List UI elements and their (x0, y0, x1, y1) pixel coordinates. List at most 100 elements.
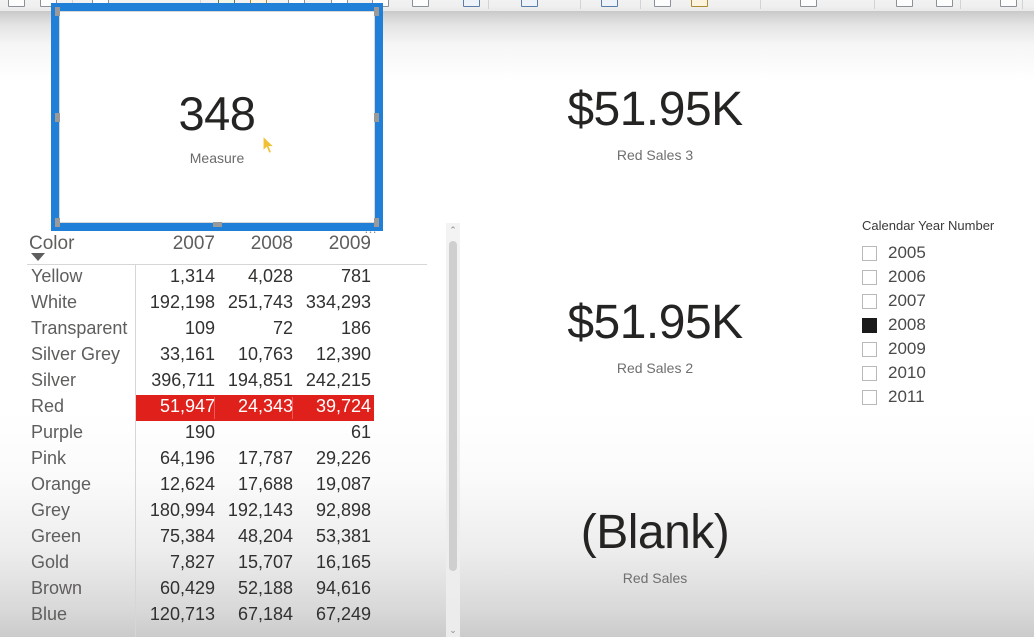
slicer-item-2006[interactable]: 2006 (862, 265, 1027, 289)
table-row[interactable]: Silver Grey 33,161 10,763 12,390 (0, 343, 440, 369)
row-header-color[interactable]: Blue (31, 604, 67, 625)
table-cell[interactable]: 120,713 (137, 604, 215, 625)
paste-icon[interactable] (8, 0, 25, 7)
table-cell[interactable]: 39,724 (293, 396, 371, 417)
text-box-icon[interactable] (521, 0, 538, 7)
row-header-color[interactable]: Silver Grey (31, 344, 120, 365)
resize-handle-right[interactable] (374, 113, 379, 122)
table-cell[interactable]: 12,624 (137, 474, 215, 495)
matrix-column-header[interactable]: 2008 (215, 233, 293, 255)
checkbox-icon[interactable] (862, 365, 877, 381)
table-row[interactable]: Silver 396,711 194,851 242,215 (0, 369, 440, 395)
table-cell[interactable]: 12,390 (293, 344, 371, 365)
table-cell[interactable]: 53,381 (293, 526, 371, 547)
slicer-item-2011[interactable]: 2011 (862, 385, 1027, 409)
image-icon[interactable] (601, 0, 618, 7)
table-cell[interactable]: 10,763 (215, 344, 293, 365)
table-cell[interactable]: 109 (137, 318, 215, 339)
row-header-color[interactable]: Purple (31, 422, 83, 443)
table-row[interactable]: Red 51,947 24,343 39,724 (0, 395, 440, 421)
resize-handle-bottom-left[interactable] (55, 218, 60, 227)
table-cell[interactable]: 67,184 (215, 604, 293, 625)
matrix-column-header[interactable]: 2009 (293, 233, 371, 255)
table-cell[interactable]: 72 (215, 318, 293, 339)
table-cell[interactable]: 251,743 (215, 292, 293, 313)
table-row[interactable]: Purple 190 61 (0, 421, 440, 447)
table-row[interactable]: Yellow 1,314 4,028 781 (0, 265, 440, 291)
table-row[interactable]: Brown 60,429 52,188 94,616 (0, 577, 440, 603)
table-cell[interactable]: 17,787 (215, 448, 293, 469)
row-header-color[interactable]: White (31, 292, 77, 313)
resize-handle-top-right[interactable] (374, 7, 379, 16)
sort-descending-icon[interactable] (31, 253, 45, 261)
row-header-color[interactable]: Brown (31, 578, 82, 599)
report-page-canvas[interactable]: 348 Measure … Color 2007 2008 2009 Yellow 1,… (0, 3, 1034, 637)
resize-handle-left[interactable] (55, 113, 60, 122)
scrollbar-thumb[interactable] (449, 241, 457, 571)
table-cell[interactable]: 192,198 (137, 292, 215, 313)
table-cell[interactable]: 48,204 (215, 526, 293, 547)
publish-icon[interactable] (1000, 0, 1017, 7)
resize-handle-top-left[interactable] (55, 7, 60, 16)
card-visual-red-sales-2[interactable]: $51.95K Red Sales 2 (530, 299, 780, 377)
table-cell[interactable]: 52,188 (215, 578, 293, 599)
row-header-color[interactable]: Grey (31, 500, 70, 521)
scroll-down-arrow[interactable]: ⌄ (446, 623, 460, 637)
slicer-item-2009[interactable]: 2009 (862, 337, 1027, 361)
table-row[interactable]: Grey 180,994 192,143 92,898 (0, 499, 440, 525)
checkbox-checked-icon[interactable] (862, 317, 877, 333)
matrix-body[interactable]: Yellow 1,314 4,028 781 White 192,198 251,743 33… (0, 265, 440, 637)
slicer-item-2010[interactable]: 2010 (862, 361, 1027, 385)
checkbox-icon[interactable] (862, 341, 877, 357)
slicer-item-2008[interactable]: 2008 (862, 313, 1027, 337)
matrix-column-header[interactable]: Color (29, 233, 74, 255)
table-cell[interactable]: 190 (137, 422, 215, 443)
new-visual-icon[interactable] (463, 0, 480, 7)
card-visual-red-sales[interactable]: (Blank) Red Sales (530, 509, 780, 587)
matrix-scrollbar[interactable]: ⌃ ⌄ (446, 223, 460, 637)
slicer-item-2005[interactable]: 2005 (862, 241, 1027, 265)
table-cell[interactable]: 4,028 (215, 266, 293, 287)
table-row[interactable]: White 192,198 251,743 334,293 (0, 291, 440, 317)
table-row[interactable]: Transparent 109 72 186 (0, 317, 440, 343)
row-header-color[interactable]: Orange (31, 474, 91, 495)
checkbox-icon[interactable] (862, 269, 877, 285)
table-cell[interactable]: 1,314 (137, 266, 215, 287)
table-row[interactable]: Blue 120,713 67,184 67,249 (0, 603, 440, 629)
table-cell[interactable]: 781 (293, 266, 371, 287)
card-visual-red-sales-3[interactable]: $51.95K Red Sales 3 (530, 86, 780, 164)
table-cell[interactable]: 94,616 (293, 578, 371, 599)
table-cell[interactable]: 334,293 (293, 292, 371, 313)
table-cell[interactable]: 396,711 (137, 370, 215, 391)
row-header-color[interactable]: Yellow (31, 266, 82, 287)
shapes-icon[interactable] (654, 0, 671, 7)
checkbox-icon[interactable] (862, 293, 877, 309)
row-header-color[interactable]: Silver (31, 370, 76, 391)
manage-relationships-icon[interactable] (800, 0, 817, 7)
new-column-icon[interactable] (936, 0, 953, 7)
table-row[interactable]: Pink 64,196 17,787 29,226 (0, 447, 440, 473)
table-cell[interactable]: 16,165 (293, 552, 371, 573)
more-options-icon[interactable]: … (364, 222, 378, 235)
slicer-calendar-year-number[interactable]: Calendar Year Number 2005 2006 2007 2008 200… (862, 218, 1027, 409)
table-cell[interactable]: 61 (293, 422, 371, 443)
table-cell[interactable]: 192,143 (215, 500, 293, 521)
matrix-column-header[interactable]: 2007 (137, 233, 215, 255)
table-cell[interactable]: 24,343 (215, 396, 293, 417)
table-cell[interactable]: 29,226 (293, 448, 371, 469)
row-header-color[interactable]: Green (31, 526, 81, 547)
table-cell[interactable]: 51,947 (137, 396, 215, 417)
table-cell[interactable]: 64,196 (137, 448, 215, 469)
matrix-visual[interactable]: Color 2007 2008 2009 Yellow 1,314 4,028 781 Whi… (0, 219, 470, 637)
table-cell[interactable]: 60,429 (137, 578, 215, 599)
table-cell[interactable]: 33,161 (137, 344, 215, 365)
row-header-color[interactable]: Transparent (31, 318, 127, 339)
new-measure-icon[interactable] (896, 0, 913, 7)
row-header-color[interactable]: Pink (31, 448, 66, 469)
switch-theme-icon[interactable] (691, 0, 708, 7)
table-cell[interactable]: 194,851 (215, 370, 293, 391)
checkbox-icon[interactable] (862, 245, 877, 261)
table-cell[interactable]: 7,827 (137, 552, 215, 573)
table-cell[interactable]: 92,898 (293, 500, 371, 521)
table-cell[interactable]: 75,384 (137, 526, 215, 547)
